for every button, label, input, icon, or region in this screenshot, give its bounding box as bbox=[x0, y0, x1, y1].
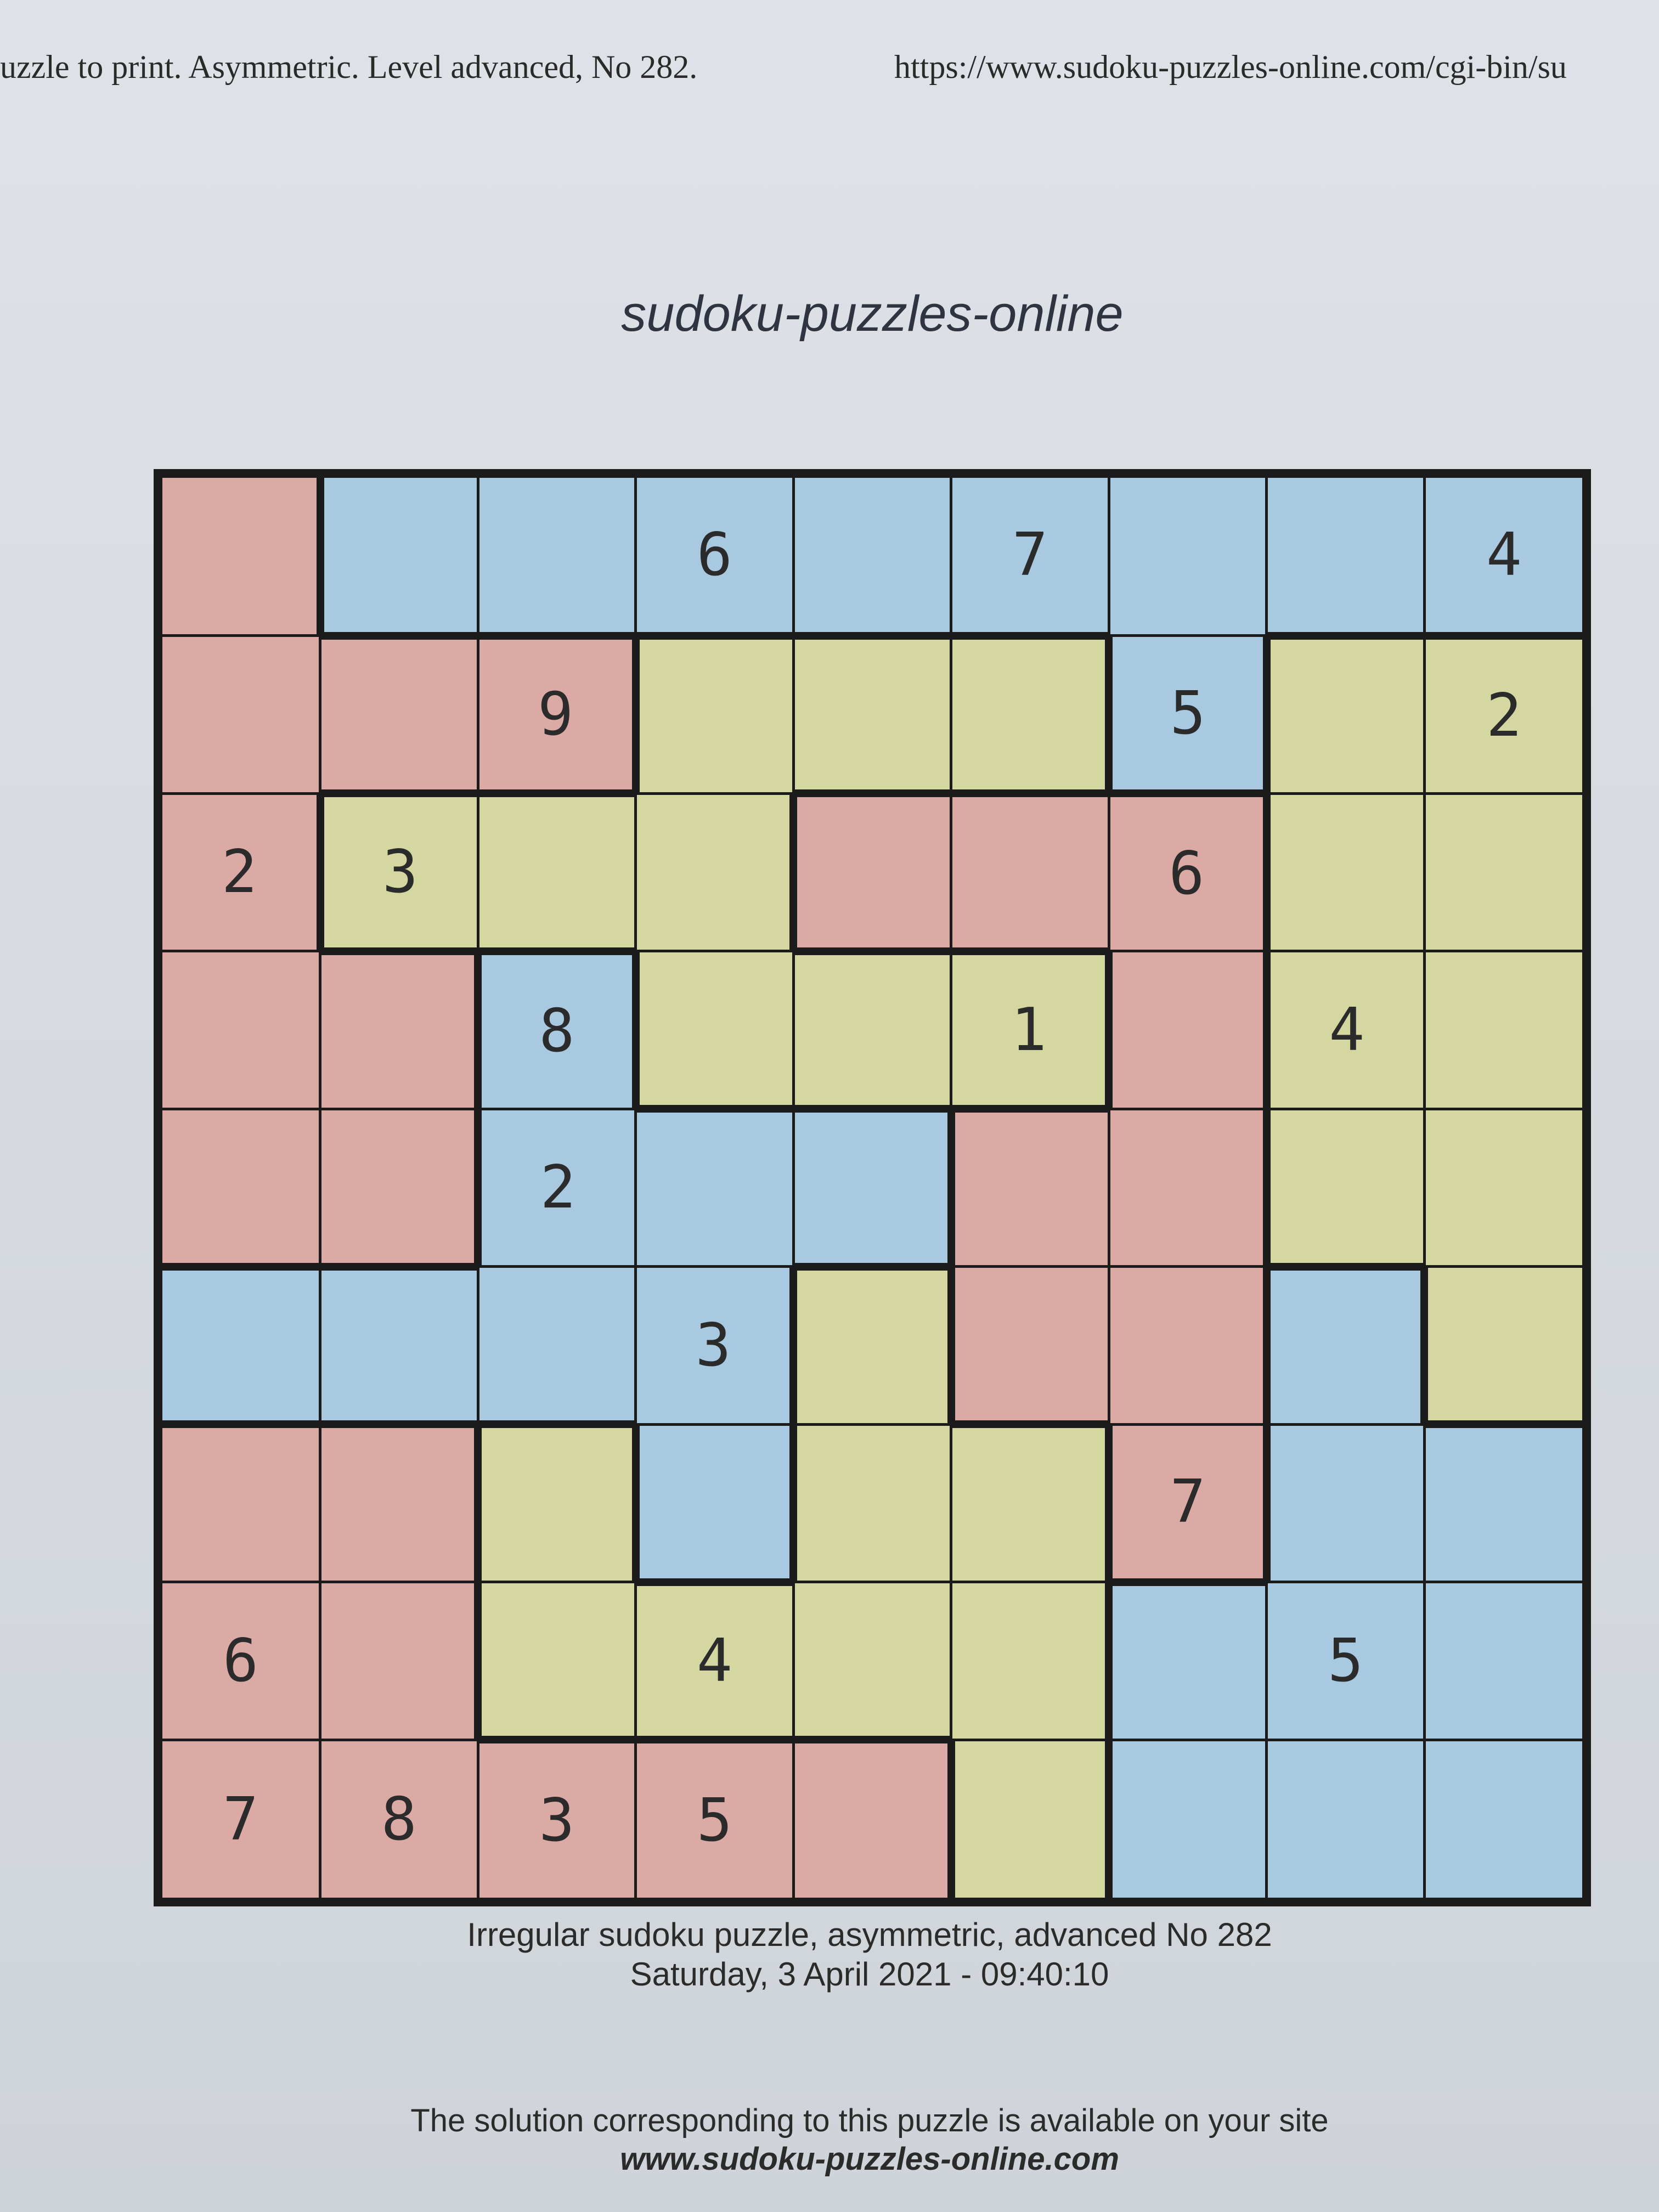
sudoku-cell-r6-c7 bbox=[1110, 1268, 1263, 1423]
sudoku-cell-r2-c9: 2 bbox=[1425, 639, 1582, 792]
sudoku-cell-r5-c7 bbox=[1110, 1110, 1263, 1266]
sudoku-cell-r7-c8 bbox=[1270, 1425, 1423, 1581]
sudoku-cell-r3-c1: 2 bbox=[162, 794, 317, 950]
sudoku-cell-r1-c3 bbox=[479, 478, 635, 632]
sudoku-cell-r6-c8 bbox=[1270, 1270, 1421, 1423]
sudoku-cell-r4-c3: 8 bbox=[482, 955, 632, 1108]
site-title: sudoku-puzzles-online bbox=[621, 286, 1124, 342]
sudoku-cell-r7-c2 bbox=[321, 1428, 475, 1581]
puzzle-caption: Irregular sudoku puzzle, asymmetric, adv… bbox=[467, 1916, 1272, 1953]
sudoku-cell-r3-c6 bbox=[952, 797, 1108, 947]
sudoku-cell-r5-c3: 2 bbox=[482, 1110, 635, 1266]
sudoku-cell-r8-c6 bbox=[952, 1583, 1105, 1739]
sudoku-cell-r9-c1: 7 bbox=[162, 1741, 319, 1898]
sudoku-cell-r5-c5 bbox=[794, 1113, 947, 1263]
sudoku-cell-r3-c9 bbox=[1425, 794, 1582, 950]
sudoku-cell-r4-c9 bbox=[1425, 952, 1582, 1108]
sudoku-cell-r6-c5 bbox=[797, 1270, 947, 1423]
sudoku-cell-r4-c4 bbox=[639, 952, 792, 1105]
sudoku-cell-r6-c4: 3 bbox=[637, 1268, 790, 1423]
sudoku-cell-r5-c2 bbox=[321, 1110, 475, 1263]
sudoku-cell-r2-c3: 9 bbox=[479, 639, 632, 790]
sudoku-cell-r1-c2 bbox=[324, 478, 477, 632]
sudoku-cell-r2-c2 bbox=[321, 639, 477, 790]
sudoku-cell-r9-c7 bbox=[1113, 1741, 1266, 1898]
sudoku-cell-r1-c1 bbox=[162, 478, 317, 635]
sudoku-cell-r9-c4: 5 bbox=[637, 1743, 792, 1898]
sudoku-cell-r9-c5 bbox=[794, 1743, 947, 1898]
sudoku-cell-r4-c5 bbox=[794, 955, 950, 1105]
print-header-url: https://www.sudoku-puzzles-online.com/cg… bbox=[894, 49, 1567, 85]
sudoku-cell-r9-c3: 3 bbox=[479, 1743, 635, 1898]
sudoku-cell-r7-c4 bbox=[639, 1425, 790, 1578]
sudoku-cell-r8-c9 bbox=[1425, 1583, 1582, 1739]
sudoku-cell-r5-c8 bbox=[1270, 1110, 1423, 1263]
sudoku-cell-r5-c9 bbox=[1425, 1110, 1582, 1266]
sudoku-cell-r6-c6 bbox=[955, 1268, 1108, 1421]
sudoku-cell-r3-c4 bbox=[637, 794, 790, 950]
sudoku-cell-r4-c8: 4 bbox=[1270, 952, 1423, 1108]
sudoku-cell-r1-c8 bbox=[1268, 478, 1423, 632]
sudoku-cell-r6-c1 bbox=[162, 1270, 319, 1421]
sudoku-cell-r4-c1 bbox=[162, 952, 319, 1108]
sudoku-cell-r2-c7: 5 bbox=[1113, 637, 1263, 790]
sudoku-cell-r7-c5 bbox=[797, 1425, 950, 1581]
sudoku-cell-r8-c2 bbox=[321, 1583, 475, 1739]
sudoku-cell-r8-c4: 4 bbox=[637, 1585, 792, 1736]
sudoku-cell-r1-c5 bbox=[794, 478, 950, 632]
sudoku-cell-r9-c9 bbox=[1425, 1741, 1582, 1898]
sudoku-cell-r7-c6 bbox=[952, 1428, 1105, 1581]
sudoku-cell-r4-c2 bbox=[321, 955, 475, 1108]
sudoku-cell-r2-c8 bbox=[1270, 639, 1423, 792]
puzzle-date: Saturday, 3 April 2021 - 09:40:10 bbox=[630, 1956, 1109, 1993]
sudoku-cell-r8-c3 bbox=[482, 1583, 635, 1736]
sudoku-cell-r2-c6 bbox=[952, 639, 1105, 790]
sudoku-cell-r5-c1 bbox=[162, 1110, 319, 1263]
sudoku-cell-r1-c7 bbox=[1110, 478, 1266, 635]
sudoku-cell-r8-c8: 5 bbox=[1268, 1583, 1423, 1739]
sudoku-cell-r3-c2: 3 bbox=[324, 797, 477, 947]
sudoku-cell-r8-c5 bbox=[794, 1583, 950, 1736]
sudoku-cell-r3-c7: 6 bbox=[1110, 797, 1263, 950]
sudoku-cell-r8-c1: 6 bbox=[162, 1583, 319, 1739]
sudoku-cell-r7-c9 bbox=[1425, 1428, 1582, 1581]
sudoku-cell-r2-c1 bbox=[162, 637, 319, 792]
sudoku-cell-r9-c6 bbox=[955, 1741, 1105, 1898]
sudoku-cell-r1-c9: 4 bbox=[1425, 478, 1582, 632]
sudoku-cell-r7-c3 bbox=[482, 1428, 632, 1581]
sudoku-cell-r4-c7 bbox=[1113, 952, 1263, 1108]
sudoku-cell-r9-c2: 8 bbox=[321, 1741, 477, 1898]
sudoku-cell-r3-c5 bbox=[797, 797, 950, 947]
sudoku-cell-r5-c4 bbox=[637, 1113, 792, 1266]
printed-page: uzzle to print. Asymmetric. Level advanc… bbox=[0, 0, 1659, 2212]
sudoku-cell-r6-c3 bbox=[479, 1268, 635, 1421]
sudoku-cell-r2-c5 bbox=[794, 639, 950, 790]
sudoku-cell-r7-c7: 7 bbox=[1113, 1425, 1263, 1578]
sudoku-cell-r9-c8 bbox=[1268, 1741, 1423, 1898]
print-header-title: uzzle to print. Asymmetric. Level advanc… bbox=[0, 49, 698, 85]
sudoku-cell-r7-c1 bbox=[162, 1428, 319, 1581]
solution-note: The solution corresponding to this puzzl… bbox=[410, 2103, 1329, 2138]
sudoku-cell-r8-c7 bbox=[1113, 1585, 1266, 1739]
sudoku-cell-r6-c9 bbox=[1428, 1268, 1582, 1421]
sudoku-grid: 6749522368142376457835 bbox=[154, 469, 1591, 1906]
sudoku-cell-r6-c2 bbox=[321, 1270, 477, 1421]
sudoku-cell-r2-c4 bbox=[639, 639, 792, 792]
sudoku-cell-r1-c4: 6 bbox=[637, 478, 792, 632]
site-url: www.sudoku-puzzles-online.com bbox=[620, 2141, 1119, 2177]
sudoku-cell-r5-c6 bbox=[955, 1113, 1108, 1266]
sudoku-cell-r3-c8 bbox=[1270, 794, 1423, 950]
sudoku-cell-r4-c6: 1 bbox=[952, 955, 1105, 1105]
sudoku-cell-r3-c3 bbox=[479, 797, 635, 947]
sudoku-cell-r1-c6: 7 bbox=[952, 478, 1108, 632]
